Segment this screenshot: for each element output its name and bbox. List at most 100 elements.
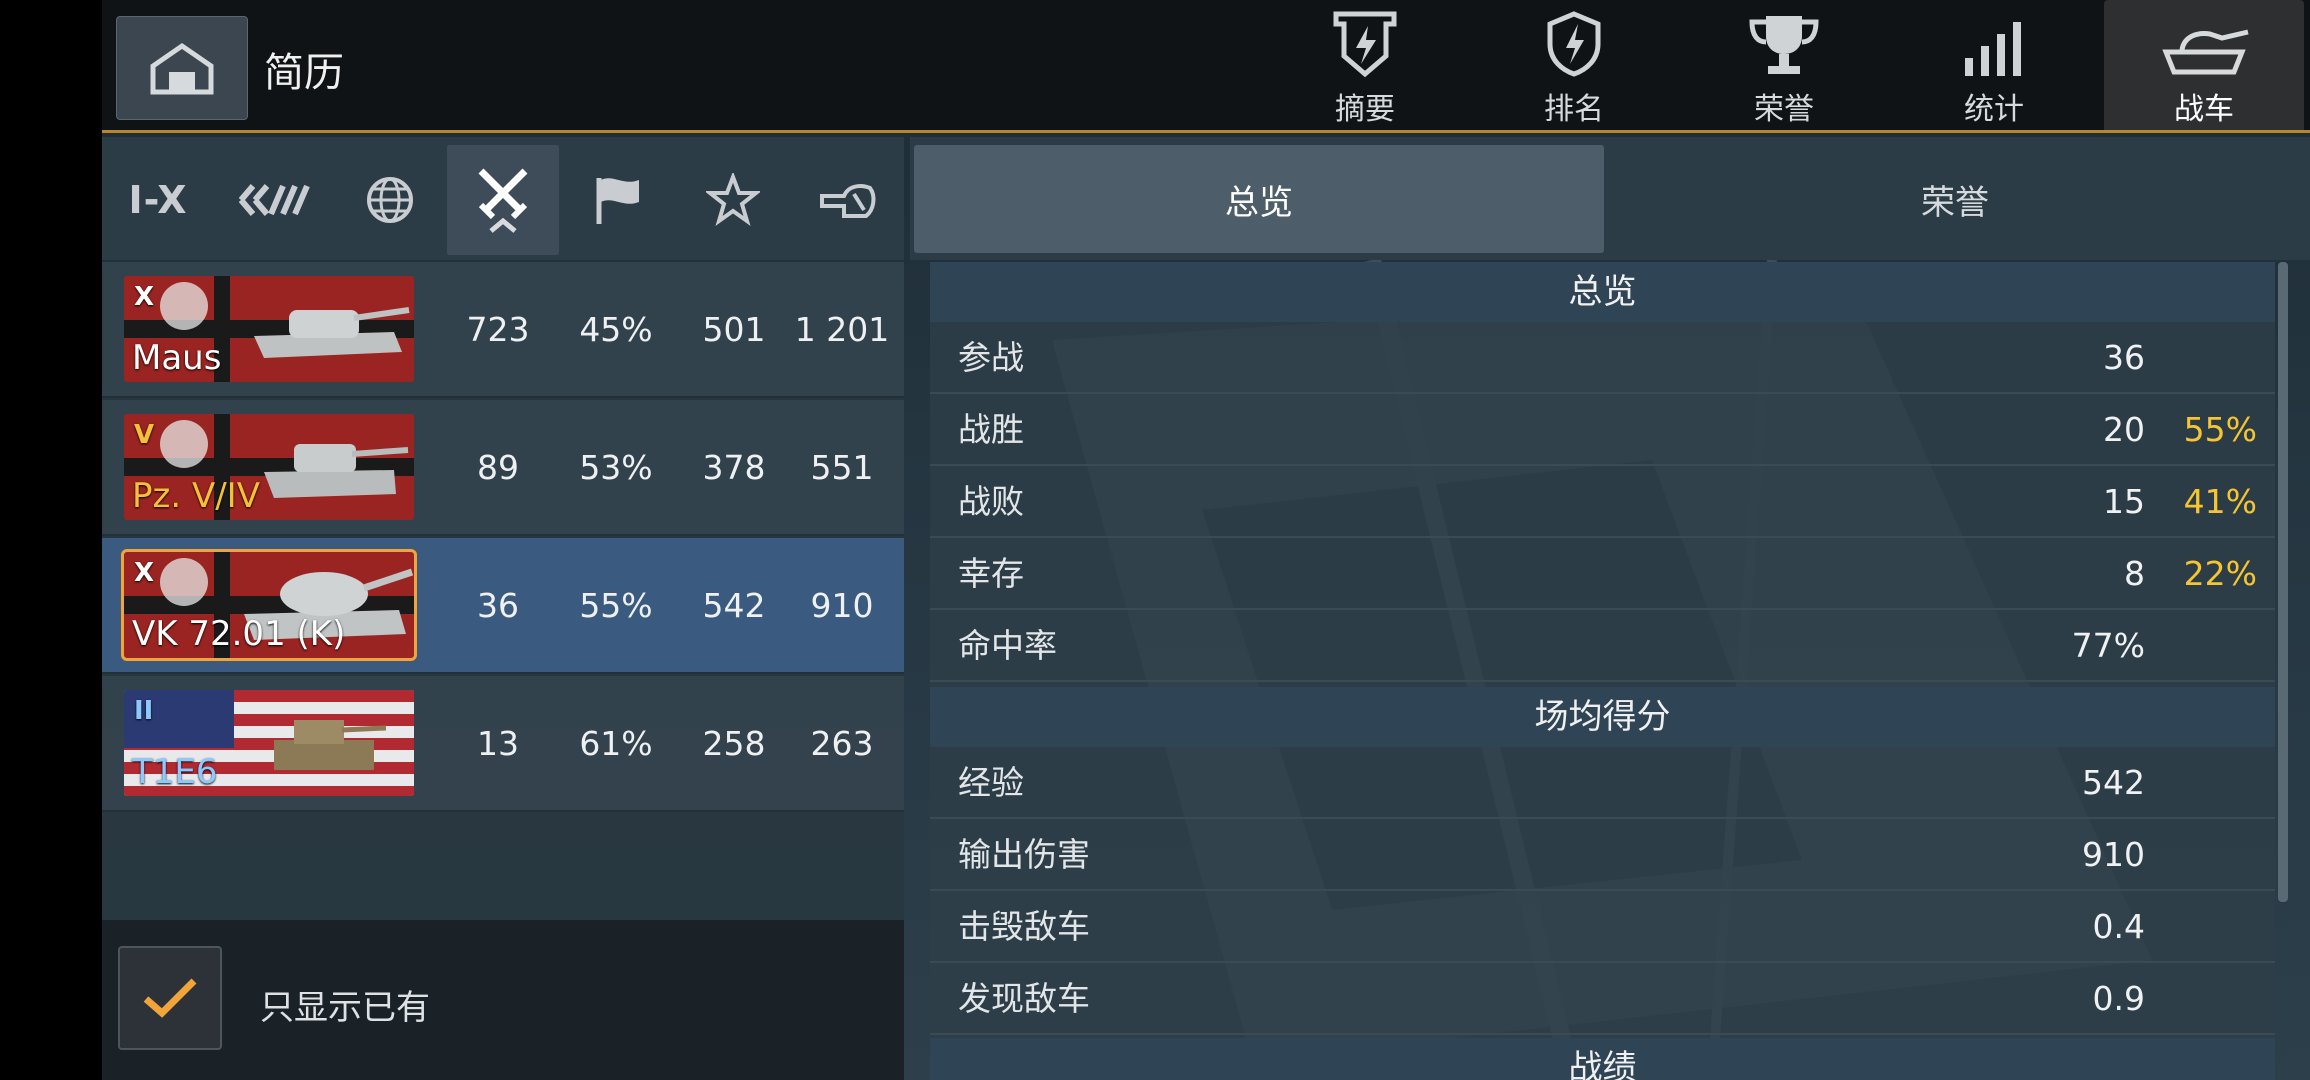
vehicle-filter-bar: I-X (102, 137, 904, 262)
overview-panel: 总览 参战 36 战胜 20 55% 战败 15 41% 幸存 8 22% 命中… (930, 262, 2275, 1080)
stat-label: 幸存 (958, 554, 1024, 593)
stat-value: 15 (2103, 482, 2145, 521)
trophy-icon (1749, 16, 1819, 74)
tab-summary-label: 摘要 (1335, 92, 1395, 127)
stat-percent: 41% (2183, 482, 2257, 521)
vehicle-winrate: 55% (579, 586, 653, 625)
app-window: 简历 摘要 排名 荣誉 统计 战车 I-X X Maus 723 45% 501… (102, 0, 2310, 1080)
tab-statistics-label: 统计 (1964, 92, 2024, 127)
section-average-title: 场均得分 (930, 687, 2275, 747)
shield-lightning-icon (1547, 11, 1601, 77)
stat-label: 战胜 (958, 410, 1024, 449)
vehicle-card: X Maus (124, 276, 414, 382)
checkmark-icon (143, 978, 197, 1018)
vehicle-avg-xp: 542 (702, 586, 766, 625)
crossed-swords-icon (478, 168, 528, 233)
overview-scrollbar[interactable] (2278, 262, 2288, 902)
vehicle-row-pz-v-iv[interactable]: V Pz. V/IV 89 53% 378 551 (102, 400, 904, 536)
stat-label: 击毁敌车 (958, 907, 1090, 946)
stat-value: 0.9 (2092, 979, 2145, 1018)
vehicle-class-icon (238, 184, 310, 216)
vehicle-card: X VK 72.01 (K) (121, 549, 417, 661)
list-footer: 只显示已有 (102, 920, 904, 1080)
vehicle-battles: 36 (477, 586, 519, 625)
filter-battles[interactable] (447, 145, 559, 255)
stat-row-damage: 输出伤害 910 (930, 819, 2275, 891)
filter-tier[interactable]: I-X (102, 145, 214, 255)
filter-equipment[interactable] (790, 145, 902, 255)
stat-value: 77% (2071, 626, 2145, 665)
vehicle-battles: 723 (466, 310, 530, 349)
badge-lightning-icon (1333, 11, 1397, 78)
tank-turret-icon (820, 184, 876, 218)
stat-value: 36 (2103, 338, 2145, 377)
vehicle-list: X Maus 723 45% 501 1 201 V Pz. V/IV 89 5… (102, 262, 904, 920)
vehicle-avg-damage: 1 201 (794, 310, 890, 349)
stat-row-spotted: 发现敌车 0.9 (930, 963, 2275, 1035)
garage-icon (150, 42, 214, 95)
stat-row-kills: 击毁敌车 0.4 (930, 891, 2275, 963)
detail-tabs: 总览 荣誉 (910, 137, 2310, 260)
stat-label: 经验 (958, 763, 1024, 802)
star-icon (706, 173, 760, 226)
stat-value: 910 (2082, 835, 2145, 874)
stat-row-wins: 战胜 20 55% (930, 394, 2275, 466)
vehicle-avg-xp: 258 (702, 724, 766, 763)
vehicle-winrate: 53% (579, 448, 653, 487)
vehicle-avg-damage: 263 (810, 724, 874, 763)
stat-row-survived: 幸存 8 22% (930, 538, 2275, 610)
stat-label: 输出伤害 (958, 835, 1090, 874)
filter-premium[interactable] (562, 145, 674, 255)
filter-favorite[interactable] (677, 145, 789, 255)
section-record-title: 战绩 (930, 1038, 2275, 1080)
garage-home-button[interactable] (116, 16, 248, 120)
vehicle-name: T1E6 (132, 752, 218, 792)
page-title: 简历 (264, 50, 344, 96)
tab-vehicle-honors[interactable]: 荣誉 (1610, 145, 2300, 253)
stat-label: 命中率 (958, 626, 1057, 665)
vehicle-avg-xp: 501 (702, 310, 766, 349)
top-header: 简历 摘要 排名 荣誉 统计 战车 (102, 0, 2310, 133)
vehicle-row-maus[interactable]: X Maus 723 45% 501 1 201 (102, 262, 904, 398)
stat-value: 542 (2082, 763, 2145, 802)
tab-vehicles-label: 战车 (2174, 92, 2234, 127)
stat-value: 8 (2124, 554, 2145, 593)
vehicle-card: II T1E6 (124, 690, 414, 796)
vehicle-row-vk-72-01-k[interactable]: X VK 72.01 (K) 36 55% 542 910 (102, 538, 904, 674)
tab-summary[interactable]: 摘要 (1265, 0, 1465, 130)
section-overview-title: 总览 (930, 262, 2275, 322)
vehicle-tier: V (134, 420, 155, 450)
vehicle-name: VK 72.01 (K) (132, 614, 346, 654)
bar-chart-icon (1965, 22, 2021, 76)
stat-label: 战败 (958, 482, 1024, 521)
stat-value: 0.4 (2092, 907, 2145, 946)
vehicle-name: Maus (132, 338, 222, 378)
tab-vehicles[interactable]: 战车 (2104, 0, 2304, 130)
vehicle-tier: X (134, 558, 155, 588)
vehicle-avg-xp: 378 (702, 448, 766, 487)
filter-vehicle-class[interactable] (218, 145, 330, 255)
globe-icon (367, 177, 413, 223)
tab-ranking-label: 排名 (1544, 92, 1604, 127)
tab-statistics[interactable]: 统计 (1894, 0, 2094, 130)
stat-row-hit-rate: 命中率 77% (930, 610, 2275, 682)
vehicle-name: Pz. V/IV (132, 476, 260, 516)
only-owned-label: 只显示已有 (260, 988, 430, 1028)
vehicle-row-t1e6[interactable]: II T1E6 13 61% 258 263 (102, 676, 904, 812)
tank-icon (2162, 29, 2249, 75)
only-owned-checkbox[interactable] (118, 946, 222, 1050)
stat-label: 参战 (958, 338, 1024, 377)
tier-filter-label: I-X (128, 178, 188, 222)
vehicle-winrate: 61% (579, 724, 653, 763)
stat-value: 20 (2103, 410, 2145, 449)
vehicle-avg-damage: 910 (810, 586, 874, 625)
stat-label: 发现敌车 (958, 979, 1090, 1018)
stat-row-battles: 参战 36 (930, 322, 2275, 394)
stat-row-losses: 战败 15 41% (930, 466, 2275, 538)
vehicle-tier: II (134, 696, 154, 726)
stat-row-experience: 经验 542 (930, 747, 2275, 819)
tab-overview[interactable]: 总览 (914, 145, 1604, 253)
tab-honors[interactable]: 荣誉 (1684, 0, 1884, 130)
tab-ranking[interactable]: 排名 (1474, 0, 1674, 130)
filter-nation[interactable] (334, 145, 446, 255)
